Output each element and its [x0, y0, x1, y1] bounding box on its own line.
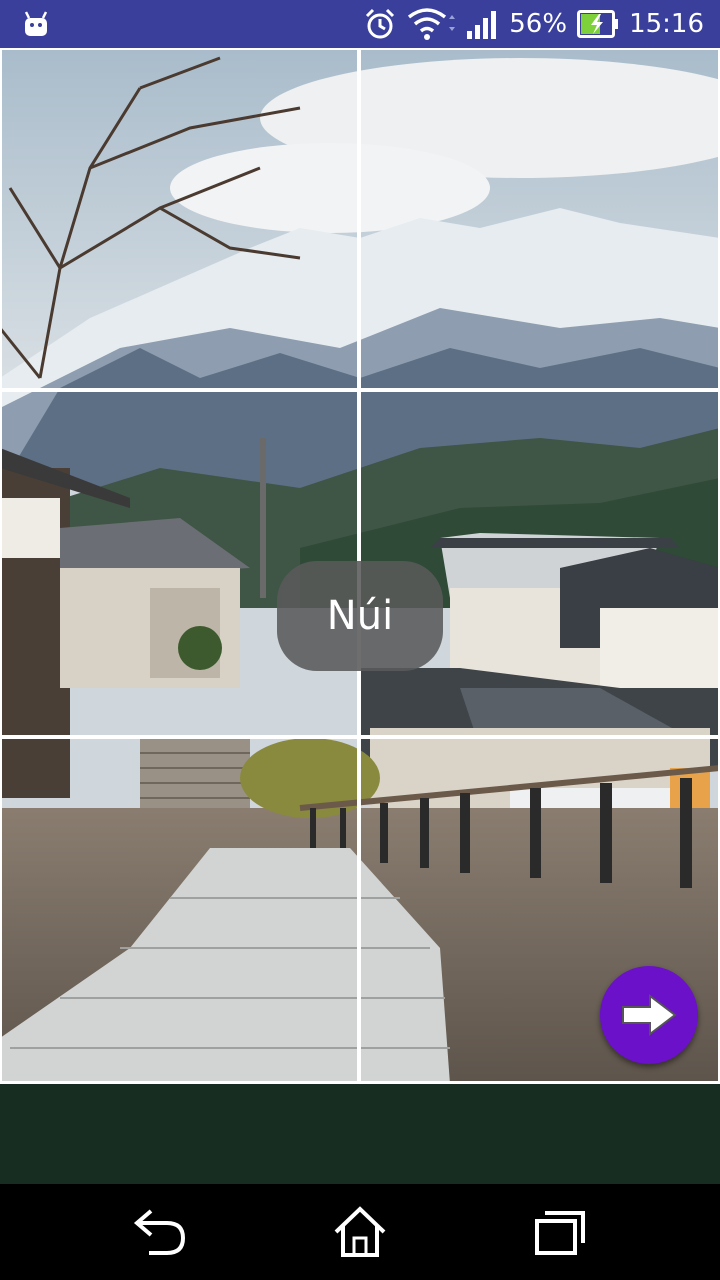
alarm-icon	[363, 7, 397, 41]
grid-line	[0, 388, 720, 392]
navigation-bar	[0, 1184, 720, 1280]
android-icon	[22, 10, 50, 38]
grid-line	[0, 48, 720, 50]
back-button[interactable]	[130, 1202, 190, 1262]
back-icon	[133, 1207, 187, 1257]
battery-percent: 56%	[509, 9, 568, 39]
recents-button[interactable]	[530, 1202, 590, 1262]
next-button[interactable]	[600, 966, 698, 1064]
bottom-panel	[0, 1084, 720, 1184]
wifi-icon	[407, 7, 456, 41]
status-bar: 56% 15:16	[0, 0, 720, 48]
home-icon	[333, 1206, 387, 1258]
caption-text: Núi	[326, 593, 394, 639]
arrow-right-icon	[620, 993, 678, 1037]
battery-charging-icon	[577, 10, 619, 38]
grid-line	[0, 735, 720, 739]
home-button[interactable]	[330, 1202, 390, 1262]
puzzle-image[interactable]: Núi	[0, 48, 720, 1084]
signal-icon	[465, 9, 499, 39]
caption-label: Núi	[277, 561, 443, 671]
clock: 15:16	[629, 9, 704, 39]
recents-icon	[533, 1207, 587, 1257]
grid-line	[0, 48, 2, 1084]
